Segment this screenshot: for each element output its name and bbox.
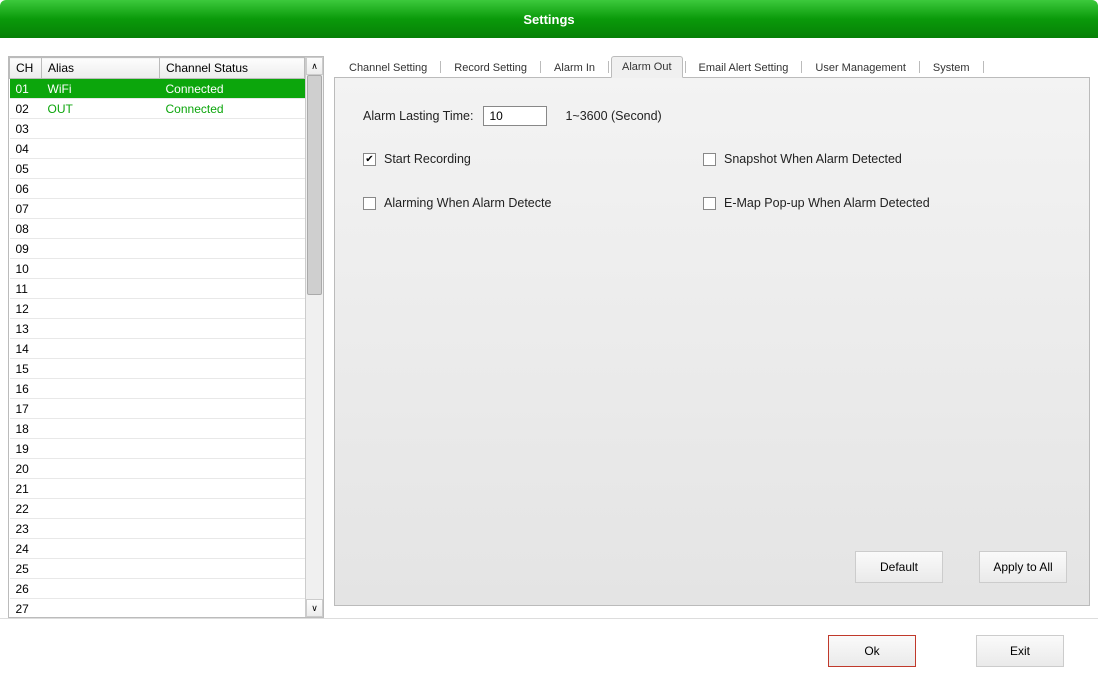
table-row[interactable]: 17 [10, 399, 305, 419]
scroll-up-icon[interactable]: ∧ [306, 57, 323, 75]
tab-alarm-out-content: Alarm Lasting Time: 1~3600 (Second) Star… [334, 78, 1090, 606]
snapshot-label: Snapshot When Alarm Detected [724, 152, 902, 166]
table-row[interactable]: 11 [10, 279, 305, 299]
alarm-lasting-time-hint: 1~3600 (Second) [565, 109, 661, 123]
table-row[interactable]: 09 [10, 239, 305, 259]
col-header-ch[interactable]: CH [10, 58, 42, 79]
table-row[interactable]: 27 [10, 599, 305, 618]
table-row[interactable]: 19 [10, 439, 305, 459]
start-recording-checkbox[interactable] [363, 153, 376, 166]
table-row[interactable]: 20 [10, 459, 305, 479]
alarm-lasting-time-input[interactable] [483, 106, 547, 126]
table-row[interactable]: 21 [10, 479, 305, 499]
alarming-checkbox-row[interactable]: Alarming When Alarm Detecte [363, 196, 703, 210]
channel-scrollbar[interactable]: ∧ ∨ [305, 57, 323, 617]
table-row[interactable]: 22 [10, 499, 305, 519]
table-row[interactable]: 18 [10, 419, 305, 439]
col-header-alias[interactable]: Alias [42, 58, 160, 79]
table-row[interactable]: 05 [10, 159, 305, 179]
table-row[interactable]: 07 [10, 199, 305, 219]
table-row[interactable]: 08 [10, 219, 305, 239]
table-row[interactable]: 16 [10, 379, 305, 399]
emap-checkbox[interactable] [703, 197, 716, 210]
tab-user-management[interactable]: User Management [804, 57, 917, 78]
start-recording-label: Start Recording [384, 152, 471, 166]
table-row[interactable]: 04 [10, 139, 305, 159]
dialog-footer: Ok Exit [0, 618, 1098, 682]
alarming-checkbox[interactable] [363, 197, 376, 210]
scroll-thumb[interactable] [307, 75, 322, 295]
emap-checkbox-row[interactable]: E-Map Pop-up When Alarm Detected [703, 196, 1061, 210]
ok-button[interactable]: Ok [828, 635, 916, 667]
table-row[interactable]: 25 [10, 559, 305, 579]
table-row[interactable]: 15 [10, 359, 305, 379]
table-row[interactable]: 06 [10, 179, 305, 199]
table-row[interactable]: 13 [10, 319, 305, 339]
col-header-status[interactable]: Channel Status [160, 58, 305, 79]
settings-right-panel: Channel SettingRecord SettingAlarm InAla… [334, 56, 1090, 618]
default-button[interactable]: Default [855, 551, 943, 583]
alarming-label: Alarming When Alarm Detecte [384, 196, 551, 210]
start-recording-checkbox-row[interactable]: Start Recording [363, 152, 703, 166]
tabs-bar: Channel SettingRecord SettingAlarm InAla… [334, 56, 1090, 78]
table-row[interactable]: 12 [10, 299, 305, 319]
table-row[interactable]: 14 [10, 339, 305, 359]
emap-label: E-Map Pop-up When Alarm Detected [724, 196, 930, 210]
snapshot-checkbox-row[interactable]: Snapshot When Alarm Detected [703, 152, 1061, 166]
table-row[interactable]: 24 [10, 539, 305, 559]
window-titlebar: Settings [0, 0, 1098, 38]
table-row[interactable]: 26 [10, 579, 305, 599]
apply-to-all-button[interactable]: Apply to All [979, 551, 1067, 583]
tab-alarm-out[interactable]: Alarm Out [611, 56, 683, 78]
table-row[interactable]: 02OUTConnected [10, 99, 305, 119]
table-row[interactable]: 01WiFiConnected [10, 79, 305, 99]
alarm-lasting-time-label: Alarm Lasting Time: [363, 109, 473, 123]
tab-email-alert-setting[interactable]: Email Alert Setting [688, 57, 800, 78]
tab-system[interactable]: System [922, 57, 981, 78]
table-row[interactable]: 23 [10, 519, 305, 539]
scroll-down-icon[interactable]: ∨ [306, 599, 323, 617]
tab-record-setting[interactable]: Record Setting [443, 57, 538, 78]
tab-channel-setting[interactable]: Channel Setting [338, 57, 438, 78]
snapshot-checkbox[interactable] [703, 153, 716, 166]
channel-list-panel: CH Alias Channel Status 01WiFiConnected0… [8, 56, 324, 618]
table-row[interactable]: 10 [10, 259, 305, 279]
tab-alarm-in[interactable]: Alarm In [543, 57, 606, 78]
channel-table: CH Alias Channel Status 01WiFiConnected0… [9, 57, 305, 617]
exit-button[interactable]: Exit [976, 635, 1064, 667]
table-row[interactable]: 03 [10, 119, 305, 139]
window-title: Settings [523, 12, 574, 27]
